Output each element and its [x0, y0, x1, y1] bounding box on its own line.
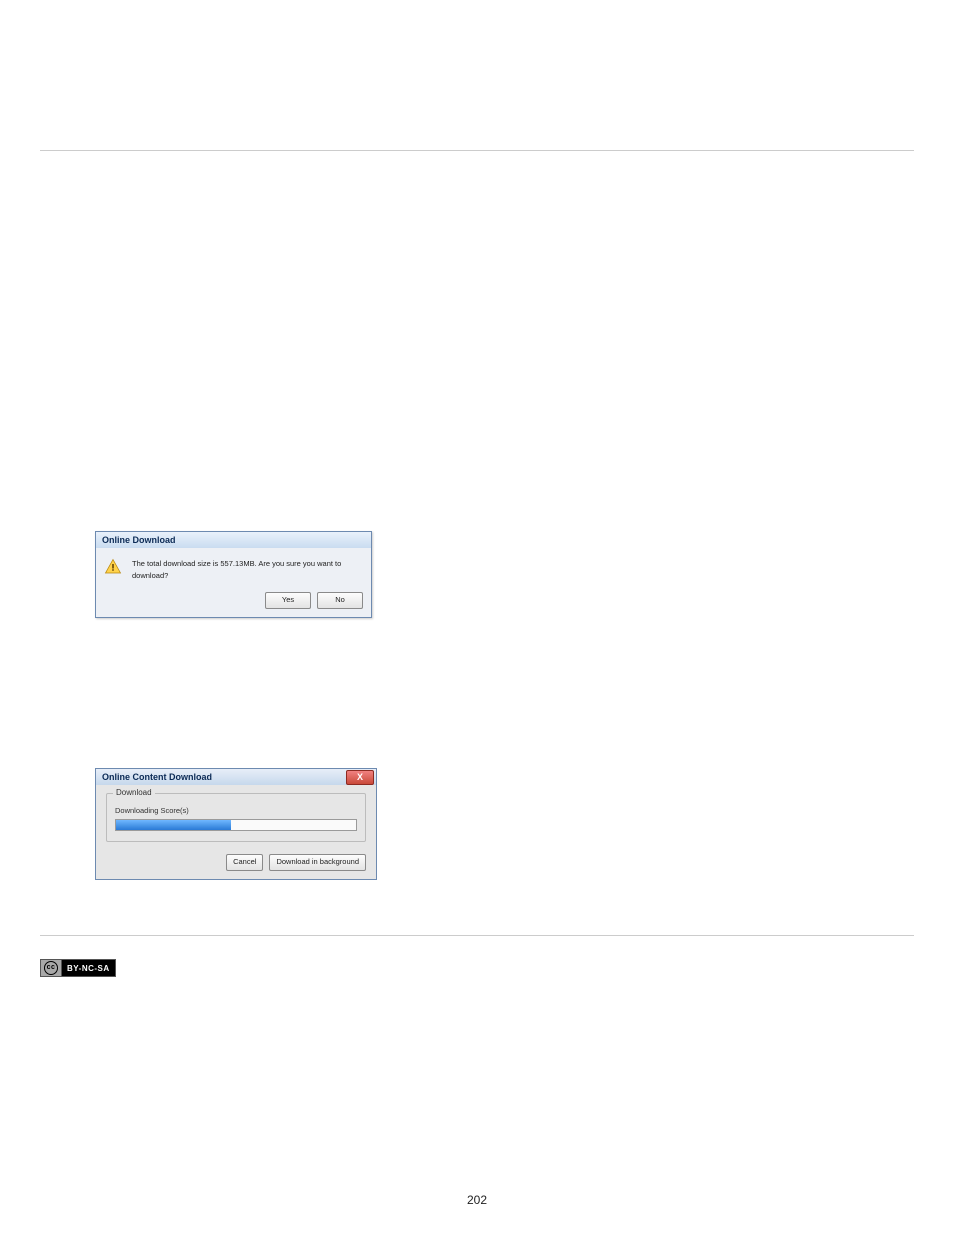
- no-button[interactable]: No: [317, 592, 363, 609]
- cc-license-text: BY-NC-SA: [62, 964, 115, 973]
- download-status-text: Downloading Score(s): [115, 806, 357, 815]
- page-number: 202: [0, 1193, 954, 1207]
- download-group: Download Downloading Score(s): [106, 793, 366, 842]
- online-content-download-dialog: Online Content Download X Download Downl…: [95, 768, 377, 880]
- progress-bar-fill: [116, 820, 231, 830]
- figure-area: Online Download The total download size …: [95, 191, 914, 880]
- dialog-body: The total download size is 557.13MB. Are…: [96, 548, 371, 588]
- close-icon: X: [357, 772, 363, 782]
- download-group-label: Download: [113, 788, 155, 797]
- yes-button[interactable]: Yes: [265, 592, 311, 609]
- cc-license-badge: cc BY-NC-SA: [40, 959, 116, 977]
- progress-dialog-button-row: Cancel Download in background: [96, 854, 376, 879]
- warning-icon: [104, 558, 122, 576]
- dialog-button-row: Yes No: [96, 588, 371, 617]
- download-in-background-button[interactable]: Download in background: [269, 854, 366, 871]
- progress-bar: [115, 819, 357, 831]
- progress-dialog-title: Online Content Download: [102, 772, 212, 782]
- top-divider: [40, 150, 914, 151]
- close-button[interactable]: X: [346, 770, 374, 785]
- document-page: Online Download The total download size …: [0, 0, 954, 1235]
- dialog-title: Online Download: [96, 532, 371, 548]
- cc-logo: cc: [41, 960, 62, 976]
- bottom-divider: [40, 935, 914, 936]
- progress-dialog-body: Download Downloading Score(s): [96, 785, 376, 854]
- cancel-button[interactable]: Cancel: [226, 854, 263, 871]
- progress-dialog-titlebar: Online Content Download X: [96, 769, 376, 785]
- online-download-dialog: Online Download The total download size …: [95, 531, 372, 618]
- dialog-message: The total download size is 557.13MB. Are…: [132, 558, 363, 582]
